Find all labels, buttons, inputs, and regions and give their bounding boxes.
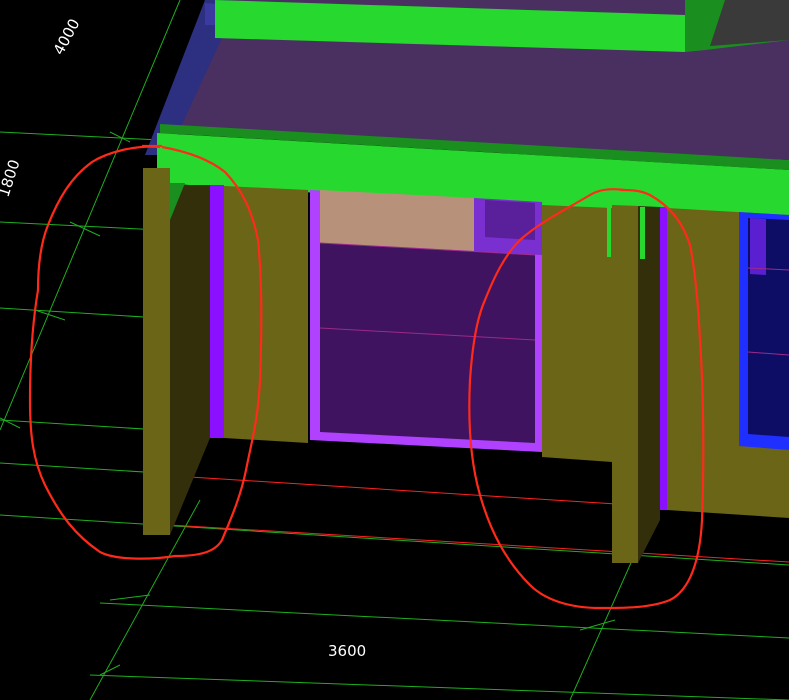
purple-post-right xyxy=(660,207,667,510)
purple-post xyxy=(210,185,224,438)
upper-panel xyxy=(320,190,474,251)
right-column-front xyxy=(612,205,638,563)
green-rod-right xyxy=(640,207,645,259)
right-wall-panel xyxy=(542,205,612,462)
green-rod-left xyxy=(607,207,611,257)
left-wall-panel xyxy=(224,186,308,443)
window-mullion xyxy=(750,218,766,275)
door-panel xyxy=(320,243,535,443)
model-viewport[interactable]: 4000 1800 3600 xyxy=(0,0,789,700)
right-column-side xyxy=(638,206,660,563)
left-column-front xyxy=(143,168,170,535)
dimension-label-bottom: 3600 xyxy=(328,642,366,660)
